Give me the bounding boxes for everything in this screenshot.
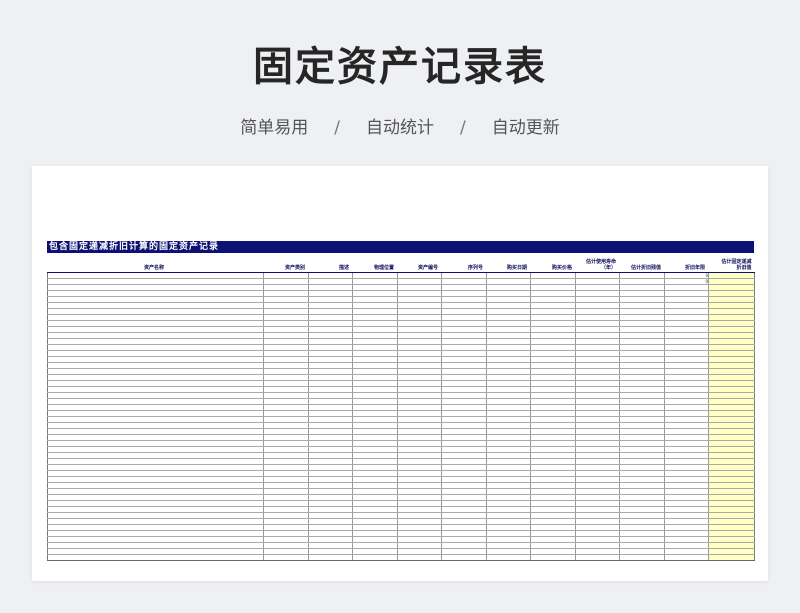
table-row [47, 554, 755, 561]
column-header: 购买价格 [530, 253, 576, 273]
table-cell[interactable] [352, 554, 398, 561]
column-header: 折旧年限 [664, 253, 709, 273]
column-header: 描述 [308, 253, 353, 273]
separator: / [334, 118, 340, 138]
table-cell[interactable] [708, 554, 755, 561]
feature-easy: 简单易用 [240, 118, 309, 138]
table-cell[interactable] [530, 554, 576, 561]
table-body: 00 [47, 272, 755, 561]
spreadsheet-preview-card: 包含固定递减折旧计算的固定资产记录 资产名称 资产类别 描述 物理位置 资产编号 序列号购… [32, 166, 768, 581]
asset-sheet: 包含固定递减折旧计算的固定资产记录 资产名称 资产类别 描述 物理位置 资产编号 序列号购… [47, 241, 755, 561]
column-header: 购买日期 [486, 253, 531, 273]
column-header: 估计使用寿命 （年） [575, 253, 620, 273]
table-cell[interactable] [664, 554, 709, 561]
table-cell[interactable] [619, 554, 665, 561]
table-cell[interactable] [47, 554, 264, 561]
column-header: 估计固定递减 折旧值 [708, 253, 755, 273]
header-row: 资产名称 资产类别 描述 物理位置 资产编号 序列号 购买日期 购买价格 估计使用寿命 （年）估… [47, 253, 755, 273]
table-cell[interactable] [575, 554, 620, 561]
separator: / [460, 118, 466, 138]
feature-auto-stats: 自动统计 [366, 118, 434, 138]
feature-auto-update: 自动更新 [491, 118, 560, 138]
table-cell[interactable] [397, 554, 442, 561]
table-cell[interactable] [308, 554, 353, 561]
sheet-title-bar: 包含固定递减折旧计算的固定资产记录 [47, 241, 754, 253]
column-header: 估计折旧残值 [619, 253, 665, 273]
asset-table: 资产名称 资产类别 描述 物理位置 资产编号 序列号 购买日期 购买价格 估计使用寿命 （年）估… [47, 253, 755, 561]
feature-list: 简单易用 / 自动统计 / 自动更新 [0, 113, 800, 138]
column-header: 序列号 [441, 253, 487, 273]
page-title: 固定资产记录表 [253, 44, 547, 90]
column-header: 资产类别 [263, 253, 309, 273]
table-cell[interactable] [441, 554, 487, 561]
column-header: 物理位置 [352, 253, 398, 273]
table-cell[interactable] [486, 554, 531, 561]
table-cell[interactable] [263, 554, 309, 561]
column-header: 资产名称 [47, 253, 264, 273]
column-header: 资产编号 [397, 253, 442, 273]
